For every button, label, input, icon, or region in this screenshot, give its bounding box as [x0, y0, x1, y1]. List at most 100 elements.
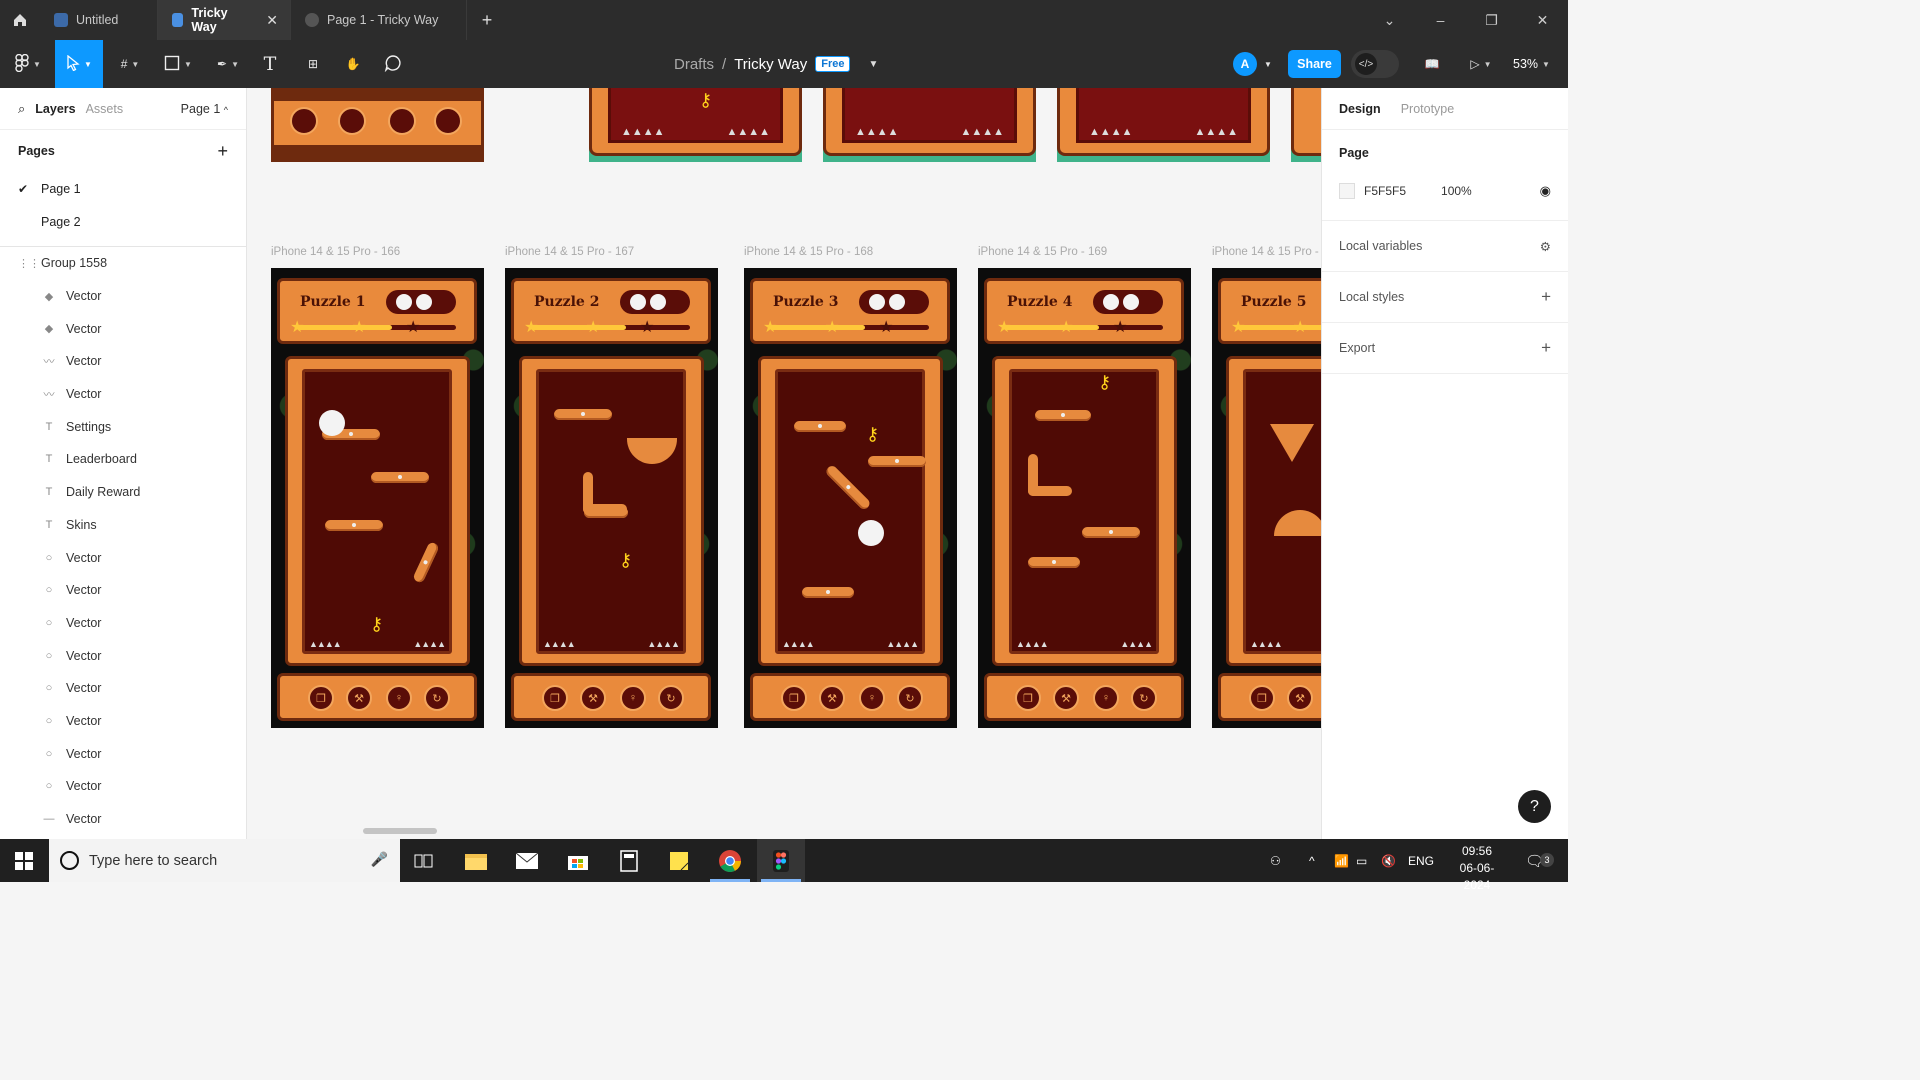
search-icon[interactable]: ⌕ — [18, 101, 25, 117]
puzzle-frame[interactable]: Puzzle 1 ★ ★ ★ ⚷ ▲▲▲▲ ▲▲▲▲ ❐ ⚒ ♀ ↻ — [271, 268, 484, 728]
layer-row[interactable]: ○ Vector — [0, 574, 246, 607]
tab-prototype-page[interactable]: Page 1 - Tricky Way — [291, 0, 467, 40]
wifi-icon[interactable]: 📶 — [1334, 839, 1349, 882]
layer-row[interactable]: ◆ Vector — [0, 280, 246, 313]
export-section[interactable]: Export + — [1322, 323, 1568, 374]
puzzle-frame[interactable]: Puzzle 3 ★ ★ ★ ⚷ ▲▲▲▲ ▲▲▲▲ ❐ ⚒ ♀ ↻ — [744, 268, 957, 728]
partial-frame[interactable] — [271, 88, 484, 162]
add-icon[interactable]: + — [1541, 287, 1551, 307]
layer-row[interactable]: ○ Vector — [0, 737, 246, 770]
tab-design[interactable]: Design — [1339, 102, 1381, 116]
add-page-icon[interactable]: + — [217, 141, 228, 162]
partial-frame[interactable]: ▲▲▲▲ ▲▲▲▲ — [823, 88, 1036, 162]
task-view-icon[interactable] — [400, 839, 448, 882]
move-tool-button[interactable]: ▼ — [55, 40, 103, 88]
tab-prototype[interactable]: Prototype — [1401, 102, 1455, 116]
local-variables-section[interactable]: Local variables ⚙ — [1322, 221, 1568, 272]
partial-frame[interactable] — [1291, 88, 1321, 162]
breadcrumb-folder[interactable]: Drafts — [674, 56, 714, 73]
language-indicator[interactable]: ENG — [1408, 839, 1434, 882]
figma-app-icon[interactable] — [757, 839, 805, 882]
fill-opacity[interactable]: 100% — [1441, 184, 1472, 198]
frame-label[interactable]: iPhone 14 & 15 Pro - 170 — [1212, 246, 1321, 258]
page-fill-row[interactable]: F5F5F5 100% ◉ — [1339, 176, 1551, 206]
layer-row[interactable]: ○ Vector — [0, 639, 246, 672]
shape-tool-button[interactable]: ▼ — [158, 40, 198, 88]
taskbar-search[interactable]: Type here to search 🎤 — [49, 839, 400, 882]
clock[interactable]: 09:56 06-06-2024 — [1448, 843, 1506, 894]
frame-tool-button[interactable]: # ▼ — [110, 40, 150, 88]
tab-untitled[interactable]: Untitled — [40, 0, 158, 40]
layer-row[interactable]: — Vector — [0, 803, 246, 836]
layer-row[interactable]: T Settings — [0, 410, 246, 443]
layer-row[interactable]: ○ Vector — [0, 672, 246, 705]
puzzle-frame[interactable]: Puzzle 5★★★▲▲▲▲▲▲▲▲❐⚒♀↻ — [1212, 268, 1321, 728]
layer-row[interactable]: ○ Vector — [0, 541, 246, 574]
home-icon[interactable] — [0, 0, 40, 40]
frame-label[interactable]: iPhone 14 & 15 Pro - 167 — [505, 246, 634, 258]
frame-label[interactable]: iPhone 14 & 15 Pro - 168 — [744, 246, 873, 258]
canvas[interactable]: ⚷ ▲▲▲▲ ▲▲▲▲ ▲▲▲▲ ▲▲▲▲ ▲▲▲▲ ▲▲▲▲ iPhone 14 & … — [247, 88, 1321, 839]
pen-tool-button[interactable]: ✒ ▼ — [208, 40, 248, 88]
comment-tool-button[interactable] — [378, 40, 408, 88]
sticky-notes-icon[interactable] — [655, 839, 703, 882]
restore-button[interactable]: ❐ — [1466, 0, 1517, 40]
volume-muted-icon[interactable]: 🔇 — [1381, 839, 1396, 882]
chevron-down-icon[interactable]: ⌄ — [1364, 0, 1415, 40]
puzzle-frame[interactable]: Puzzle 2 ★ ★ ★ ⚷ ▲▲▲▲ ▲▲▲▲ ❐ ⚒ ♀ ↻ — [505, 268, 718, 728]
color-swatch[interactable] — [1339, 183, 1355, 199]
variables-settings-icon[interactable]: ⚙ — [1540, 239, 1551, 254]
avatar[interactable]: A — [1233, 52, 1257, 76]
layer-row[interactable]: ○ Vector — [0, 705, 246, 738]
new-tab-button[interactable]: + — [467, 0, 507, 40]
partial-frame[interactable]: ▲▲▲▲ ▲▲▲▲ — [1057, 88, 1270, 162]
tab-layers[interactable]: Layers — [35, 102, 75, 116]
layer-row[interactable]: ⋮⋮ Group 1558 — [0, 247, 246, 280]
dev-mode-toggle[interactable]: </> — [1351, 50, 1399, 78]
zoom-menu[interactable]: 53% ▼ — [1513, 40, 1550, 88]
layer-row[interactable]: 〰 Vector — [0, 378, 246, 411]
windows-start-icon[interactable] — [0, 839, 48, 882]
microphone-icon[interactable]: 🎤 — [371, 851, 388, 868]
file-name[interactable]: Tricky Way — [734, 56, 807, 73]
puzzle-frame[interactable]: Puzzle 4 ★ ★ ★ ⚷ ▲▲▲▲ ▲▲▲▲ ❐ ⚒ ♀ ↻ — [978, 268, 1191, 728]
share-button[interactable]: Share — [1288, 50, 1341, 78]
layer-row[interactable]: ◆ Vector — [0, 312, 246, 345]
chrome-icon[interactable] — [706, 839, 754, 882]
library-button[interactable]: 📖 — [1418, 40, 1446, 88]
local-styles-section[interactable]: Local styles + — [1322, 272, 1568, 323]
page-selector[interactable]: Page 1 ^ — [181, 102, 228, 116]
resources-button[interactable]: ⊞ — [298, 40, 328, 88]
layer-row[interactable]: T Skins — [0, 509, 246, 542]
tab-tricky-way[interactable]: Tricky Way ✕ — [158, 0, 291, 40]
help-button[interactable]: ? — [1518, 790, 1551, 823]
file-explorer-icon[interactable] — [452, 839, 500, 882]
eye-icon[interactable]: ◉ — [1540, 183, 1551, 199]
minimize-button[interactable]: – — [1415, 0, 1466, 40]
tab-assets[interactable]: Assets — [86, 102, 124, 116]
battery-icon[interactable]: ▭ — [1356, 839, 1367, 882]
partial-frame[interactable]: ⚷ ▲▲▲▲ ▲▲▲▲ — [589, 88, 802, 162]
present-button[interactable]: ▷ ▼ — [1462, 40, 1500, 88]
calculator-icon[interactable] — [605, 839, 653, 882]
page-item-page-1[interactable]: ✔ Page 1 — [0, 172, 246, 205]
close-tab-icon[interactable]: ✕ — [266, 12, 278, 29]
layer-row[interactable]: T Daily Reward — [0, 476, 246, 509]
chevron-up-icon[interactable]: ^ — [1309, 839, 1315, 882]
text-tool-button[interactable]: T — [255, 40, 285, 88]
store-icon[interactable] — [554, 839, 602, 882]
page-item-page-2[interactable]: Page 2 — [0, 205, 246, 238]
add-icon[interactable]: + — [1541, 338, 1551, 358]
mail-icon[interactable] — [503, 839, 551, 882]
close-window-button[interactable]: ✕ — [1517, 0, 1568, 40]
people-icon[interactable]: ⚇ — [1270, 839, 1281, 882]
frame-label[interactable]: iPhone 14 & 15 Pro - 169 — [978, 246, 1107, 258]
layer-row[interactable]: ○ Vector — [0, 607, 246, 640]
hand-tool-button[interactable]: ✋ — [338, 40, 368, 88]
layer-row[interactable]: 〰 Vector — [0, 345, 246, 378]
main-menu-button[interactable]: ▼ — [8, 40, 48, 88]
frame-label[interactable]: iPhone 14 & 15 Pro - 166 — [271, 246, 400, 258]
horizontal-scrollbar[interactable] — [363, 828, 437, 834]
fill-hex[interactable]: F5F5F5 — [1364, 184, 1406, 198]
layer-row[interactable]: T Leaderboard — [0, 443, 246, 476]
